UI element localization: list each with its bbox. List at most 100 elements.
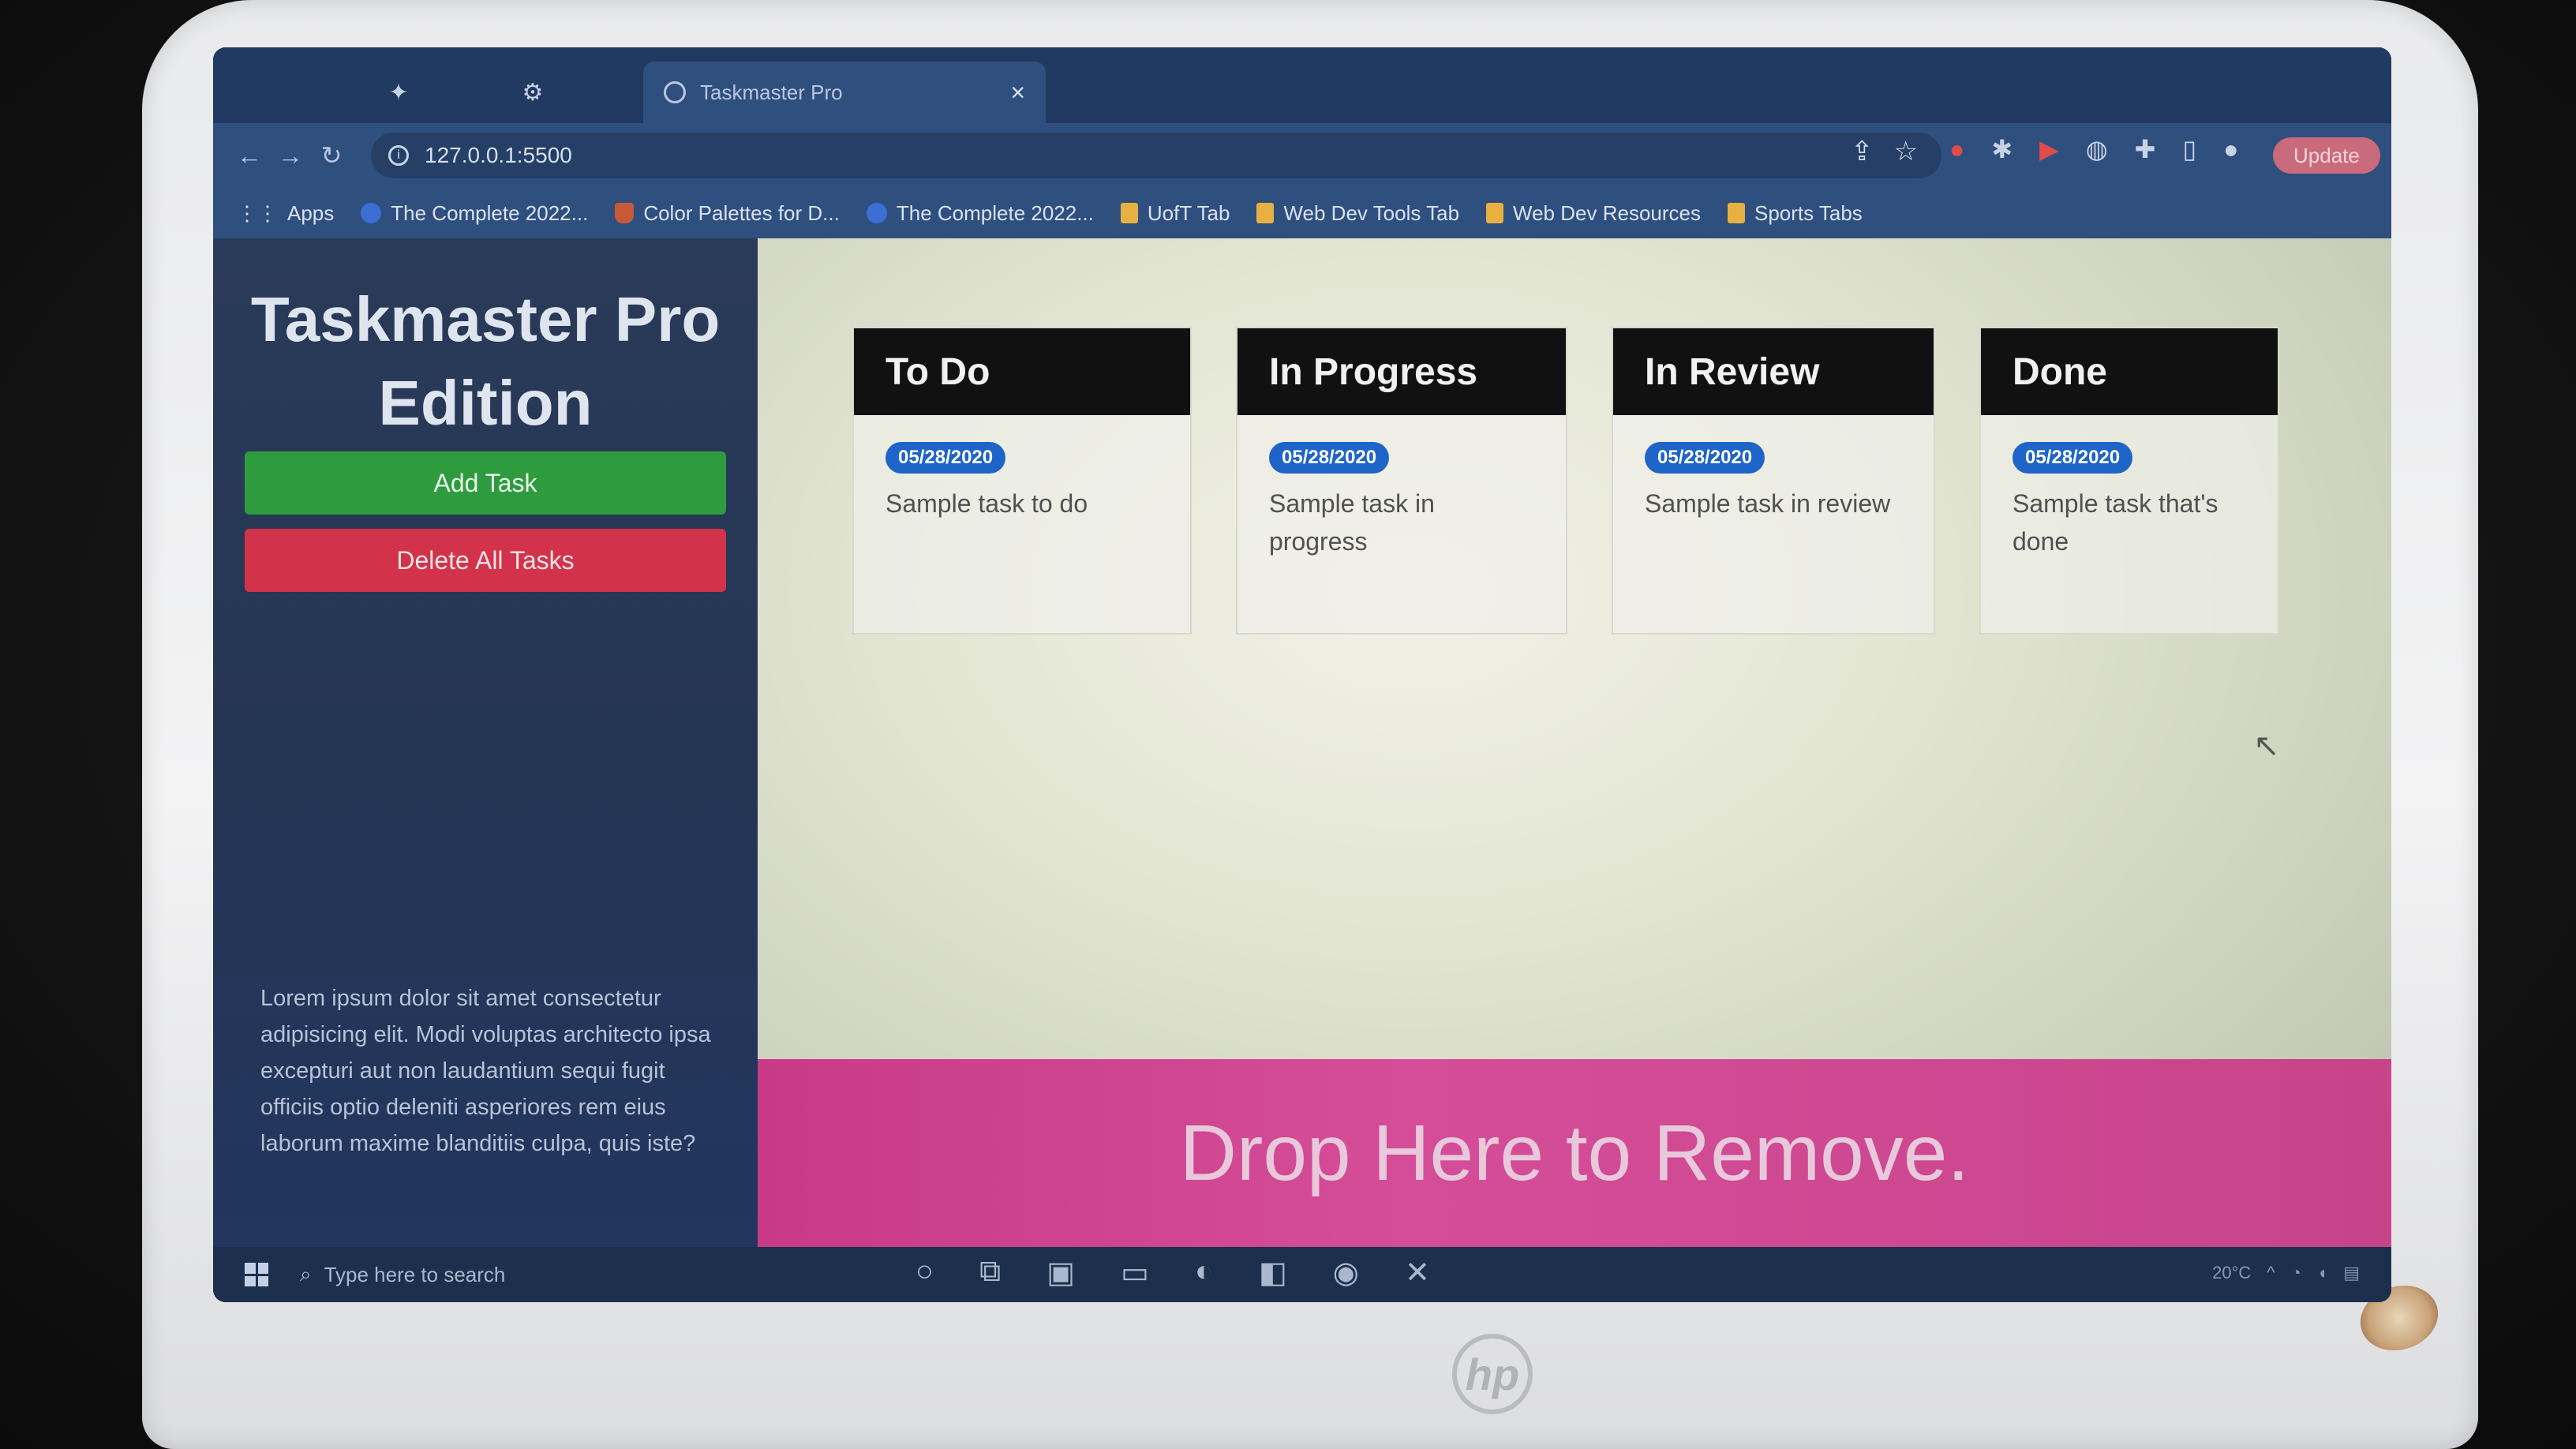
app-icon[interactable]: ◧ [1259, 1255, 1287, 1290]
notification-icon[interactable]: ▤ [2343, 1263, 2360, 1283]
browser-toolbar: ← → ↻ i 127.0.0.1:5500 ⇪ ☆ ● ✱ ▶ ◍ ✚ ▯ ●… [213, 123, 2391, 188]
extension-play-icon[interactable]: ▶ [2039, 134, 2059, 164]
forward-icon[interactable]: → [270, 141, 311, 170]
bookmark-label: Color Palettes for D... [643, 200, 840, 225]
column-title: To Do [854, 328, 1190, 415]
column-in-review[interactable]: In Review 05/28/2020 Sample task in revi… [1612, 327, 1935, 635]
add-task-button[interactable]: Add Task [245, 451, 726, 515]
chrome-icon[interactable]: ◉ [1333, 1255, 1359, 1290]
side-panel-icon[interactable]: ▯ [2182, 134, 2196, 164]
column-todo[interactable]: To Do 05/28/2020 Sample task to do [852, 327, 1192, 635]
volume-icon[interactable]: ◖ [2317, 1263, 2327, 1283]
delete-all-tasks-button[interactable]: Delete All Tasks [245, 529, 726, 592]
bookmarks-bar: ⋮⋮ Apps The Complete 2022... Color Palett… [213, 188, 2391, 238]
edge-icon[interactable]: ◐ [1195, 1255, 1213, 1290]
apps-grid-icon: ⋮⋮ [237, 200, 278, 225]
extensions-puzzle-icon[interactable]: ✚ [2135, 134, 2156, 164]
search-placeholder: Type here to search [324, 1262, 506, 1286]
page-content: Taskmaster Pro Edition Add Task Delete A… [213, 238, 2391, 1247]
bookmark-label: UofT Tab [1147, 200, 1230, 225]
task-card[interactable]: 05/28/2020 Sample task in review [1613, 415, 1934, 522]
palette-icon [615, 203, 635, 223]
folder-icon [1120, 203, 1138, 223]
app-title: Taskmaster Pro Edition [250, 284, 721, 438]
bookmark-folder[interactable]: Web Dev Resources [1486, 201, 1701, 226]
folder-icon [1256, 203, 1275, 223]
folder-icon [1486, 203, 1504, 223]
task-card[interactable]: 05/28/2020 Sample task to do [854, 415, 1190, 522]
extension-bug-icon[interactable]: ✱ [1991, 134, 2012, 164]
update-label: Update [2293, 143, 2360, 167]
info-icon[interactable]: i [388, 145, 409, 166]
column-title: In Progress [1237, 328, 1566, 415]
task-board: To Do 05/28/2020 Sample task to do In Pr… [758, 238, 2391, 1247]
due-date-badge: 05/28/2020 [2012, 442, 2133, 474]
delete-all-label: Delete All Tasks [396, 545, 575, 575]
task-text[interactable]: Sample task to do [886, 485, 1159, 522]
globe-icon [664, 81, 686, 103]
extension-circle-icon[interactable]: ◍ [2086, 134, 2108, 164]
store-icon[interactable]: ▣ [1046, 1255, 1075, 1290]
network-icon[interactable]: ◔ [2291, 1263, 2301, 1283]
pinned-tab[interactable]: ⚙ [474, 62, 592, 123]
file-explorer-icon[interactable]: ▭ [1121, 1255, 1149, 1290]
column-title: In Review [1613, 328, 1934, 415]
task-text[interactable]: Sample task that's done [2012, 485, 2246, 560]
trash-drop-zone[interactable]: Drop Here to Remove. [758, 1059, 2391, 1247]
tab-taskmaster-pro[interactable]: Taskmaster Pro × [643, 62, 1046, 123]
taskbar-search-input[interactable]: ⌕ Type here to search [300, 1262, 789, 1287]
sidebar: Taskmaster Pro Edition Add Task Delete A… [213, 238, 758, 1247]
bookmark-label: Sports Tabs [1754, 200, 1863, 225]
task-text[interactable]: Sample task in review [1645, 485, 1902, 522]
pinned-tab[interactable]: ✦ [339, 62, 458, 123]
mouse-cursor-icon: ↖ [2253, 728, 2280, 763]
bookmark-item[interactable]: The Complete 2022... [361, 201, 588, 226]
bookmark-folder[interactable]: UofT Tab [1120, 200, 1230, 226]
bookmark-folder[interactable]: Web Dev Tools Tab [1256, 201, 1459, 226]
back-icon[interactable]: ← [229, 141, 270, 170]
bookmark-apps[interactable]: ⋮⋮ Apps [237, 201, 334, 226]
extension-record-icon[interactable]: ● [1949, 135, 1964, 164]
task-card[interactable]: 05/28/2020 Sample task that's done [1981, 415, 2278, 560]
cortana-icon[interactable]: ○ [915, 1255, 934, 1290]
tab-title: Taskmaster Pro [700, 80, 843, 104]
task-text[interactable]: Sample task in progress [1269, 485, 1534, 560]
share-icon[interactable]: ⇪ [1851, 136, 1874, 167]
column-done[interactable]: Done 05/28/2020 Sample task that's done [1979, 327, 2279, 635]
update-button[interactable]: Update [2273, 137, 2380, 174]
sidebar-description: Lorem ipsum dolor sit amet consectetur a… [260, 986, 711, 1156]
trash-label: Drop Here to Remove. [1179, 1108, 1970, 1197]
screen: ✦ ⚙ Taskmaster Pro × ← → ↻ i 127.0.0.1:5… [213, 47, 2391, 1302]
bookmark-item[interactable]: The Complete 2022... [866, 200, 1094, 226]
browser-tab-strip: ✦ ⚙ Taskmaster Pro × [213, 47, 2391, 123]
bookmark-star-icon[interactable]: ☆ [1894, 136, 1918, 167]
windows-start-icon[interactable] [245, 1263, 268, 1286]
course-icon [361, 203, 382, 223]
bookmark-label: Apps [287, 200, 335, 225]
bookmark-label: The Complete 2022... [391, 200, 589, 225]
reload-icon[interactable]: ↻ [311, 140, 352, 170]
column-title: Done [1981, 328, 2278, 415]
address-text: 127.0.0.1:5500 [425, 143, 572, 167]
add-task-label: Add Task [433, 468, 537, 497]
bookmark-label: Web Dev Tools Tab [1283, 200, 1460, 225]
column-in-progress[interactable]: In Progress 05/28/2020 Sample task in pr… [1236, 327, 1567, 635]
due-date-badge: 05/28/2020 [886, 442, 1006, 474]
bookmark-item[interactable]: Color Palettes for D... [615, 201, 840, 226]
system-tray: 20°C ^ ◔ ◖ ▤ [2212, 1263, 2360, 1283]
profile-avatar-icon[interactable]: ● [2223, 135, 2238, 164]
search-icon: ⌕ [300, 1262, 312, 1286]
bookmark-folder[interactable]: Sports Tabs [1727, 200, 1863, 226]
bookmark-label: The Complete 2022... [896, 200, 1094, 225]
weather-text[interactable]: 20°C [2212, 1263, 2251, 1283]
address-bar[interactable]: i 127.0.0.1:5500 ⇪ ☆ [371, 133, 1941, 178]
task-view-icon[interactable]: ⧉ [979, 1255, 1001, 1290]
task-card[interactable]: 05/28/2020 Sample task in progress [1237, 415, 1566, 560]
vscode-icon[interactable]: ✕ [1405, 1255, 1430, 1290]
tray-chevron-icon[interactable]: ^ [2267, 1263, 2275, 1283]
os-taskbar: ⌕ Type here to search ○ ⧉ ▣ ▭ ◐ ◧ ◉ ✕ 20… [213, 1247, 2391, 1302]
close-icon[interactable]: × [1010, 78, 1025, 107]
due-date-badge: 05/28/2020 [1645, 442, 1765, 474]
hp-logo-icon: hp [1452, 1334, 1533, 1414]
bookmark-label: Web Dev Resources [1513, 200, 1701, 225]
